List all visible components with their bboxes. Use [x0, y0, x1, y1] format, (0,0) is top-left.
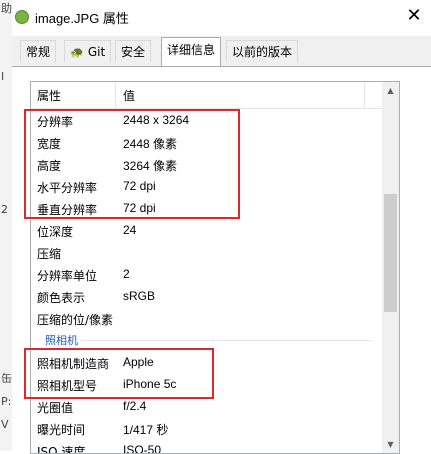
list-item[interactable]: ISO 速度 ISO-50 [31, 440, 381, 454]
tab-general[interactable]: 常规 [20, 40, 57, 62]
properties-dialog: image.JPG 属性 ✕ 常规 🐢 Git 安全 详细信息 以前的版本 属性… [12, 0, 431, 454]
scroll-down-icon[interactable]: ▼ [382, 436, 399, 453]
column-divider[interactable] [115, 82, 116, 108]
column-header-value[interactable]: 值 [123, 87, 135, 104]
property-value: ISO-50 [123, 443, 162, 454]
bg-text-fragment: I [1, 70, 5, 83]
section-divider [81, 340, 371, 341]
details-panel: 属性 值 分辨率 2448 x 3264 宽度 2448 像素 高度 3264 像素 … [12, 66, 431, 454]
property-name: 位深度 [37, 225, 74, 239]
scroll-up-icon[interactable]: ▲ [382, 82, 399, 99]
highlight-box-resolution [24, 109, 240, 219]
file-icon [15, 10, 29, 24]
close-button[interactable]: ✕ [397, 0, 431, 32]
list-header: 属性 值 [31, 82, 399, 109]
tab-strip: 常规 🐢 Git 安全 详细信息 以前的版本 [12, 36, 431, 66]
tab-details[interactable]: 详细信息 [161, 37, 222, 66]
list-item[interactable]: 光圈值 f/2.4 [31, 396, 381, 418]
section-label: 照相机 [45, 334, 78, 347]
property-name: 曝光时间 [37, 423, 86, 437]
tab-security[interactable]: 安全 [115, 40, 152, 62]
column-divider[interactable] [364, 82, 365, 108]
list-item[interactable]: 颜色表示 sRGB [31, 286, 381, 308]
tab-previous-versions[interactable]: 以前的版本 [226, 40, 299, 62]
bg-text-fragment: P: [1, 395, 12, 408]
tab-git[interactable]: 🐢 Git [64, 40, 112, 62]
property-name: 颜色表示 [37, 291, 86, 305]
highlight-box-camera [24, 348, 214, 399]
property-name: ISO 速度 [37, 445, 86, 454]
list-item[interactable]: 压缩的位/像素 [31, 308, 381, 330]
bg-text-fragment: 缶 [1, 372, 12, 385]
tab-git-label: Git [87, 45, 106, 59]
bg-text-fragment: 2 [1, 203, 8, 216]
property-name: 压缩 [37, 247, 62, 261]
bg-text-fragment: V [1, 418, 9, 431]
vertical-scrollbar[interactable]: ▲ ▼ [382, 82, 399, 453]
list-item[interactable]: 位深度 24 [31, 220, 381, 242]
property-value: 2 [123, 267, 130, 281]
property-name: 压缩的位/像素 [37, 313, 114, 327]
git-turtle-icon: 🐢 [70, 46, 84, 59]
scrollbar-thumb[interactable] [384, 194, 397, 312]
property-name: 光圈值 [37, 401, 74, 415]
list-item[interactable]: 曝光时间 1/417 秒 [31, 418, 381, 440]
bg-text-fragment: 助 [1, 2, 12, 15]
column-header-property[interactable]: 属性 [37, 87, 61, 104]
window-title: image.JPG 属性 [35, 11, 129, 26]
property-value: 24 [123, 223, 137, 237]
property-value: f/2.4 [123, 399, 147, 413]
property-value: sRGB [123, 289, 156, 303]
property-value: 1/417 秒 [123, 423, 169, 437]
list-item[interactable]: 分辨率单位 2 [31, 264, 381, 286]
section-header-camera: 照相机 [31, 331, 381, 349]
property-name: 分辨率单位 [37, 269, 98, 283]
title-bar[interactable]: image.JPG 属性 ✕ [12, 0, 431, 34]
list-item[interactable]: 压缩 [31, 242, 381, 264]
